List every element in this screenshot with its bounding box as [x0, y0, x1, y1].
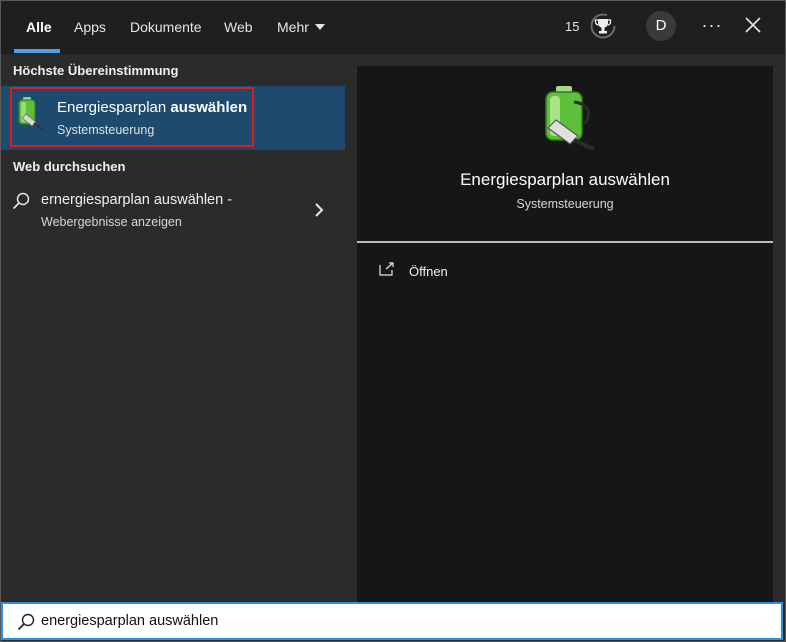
chevron-right-icon[interactable]: [313, 202, 325, 218]
rewards-count: 15: [565, 19, 580, 34]
chevron-down-icon: [314, 24, 325, 30]
web-search-query: ernergiesparplan auswählen -: [41, 192, 233, 208]
more-options-button[interactable]: ···: [700, 12, 724, 40]
tab-more[interactable]: Mehr: [277, 0, 325, 54]
tab-documents[interactable]: Dokumente: [130, 0, 202, 54]
search-icon: [17, 613, 35, 631]
scrollbar[interactable]: [780, 54, 784, 602]
web-search-result[interactable]: ernergiesparplan auswählen - Webergebnis…: [0, 184, 345, 236]
power-options-large-icon: [545, 86, 595, 150]
tab-web[interactable]: Web: [224, 0, 253, 54]
open-icon: [379, 262, 394, 276]
active-tab-indicator: [14, 49, 60, 53]
preview-pane: Energiesparplan auswählen Systemsteuerun…: [357, 66, 773, 602]
highlight-outline: [10, 87, 254, 147]
results-list: Höchste Übereinstimmung Energiesparplan …: [0, 54, 345, 602]
tab-more-label: Mehr: [277, 19, 309, 35]
preview-divider: [357, 241, 773, 243]
preview-title: Energiesparplan auswählen: [460, 170, 670, 189]
search-box[interactable]: [1, 602, 783, 640]
best-match-heading: Höchste Übereinstimmung: [13, 63, 179, 78]
preview-subtitle: Systemsteuerung: [516, 197, 614, 211]
web-search-subtitle: Webergebnisse anzeigen: [41, 215, 182, 229]
search-window: Alle Apps Dokumente Web Mehr 15 D ··· Hö…: [0, 0, 786, 642]
close-icon[interactable]: [742, 14, 764, 36]
open-action-label: Öffnen: [409, 264, 448, 279]
tab-all[interactable]: Alle: [26, 0, 52, 54]
search-icon: [12, 192, 30, 210]
user-avatar[interactable]: D: [646, 11, 676, 41]
search-input[interactable]: [41, 609, 741, 633]
open-action[interactable]: Öffnen: [379, 260, 579, 284]
web-search-heading: Web durchsuchen: [13, 159, 126, 174]
rewards-trophy-icon[interactable]: [590, 13, 616, 39]
tab-apps[interactable]: Apps: [74, 0, 106, 54]
search-filter-bar: Alle Apps Dokumente Web Mehr 15 D ···: [0, 0, 786, 54]
